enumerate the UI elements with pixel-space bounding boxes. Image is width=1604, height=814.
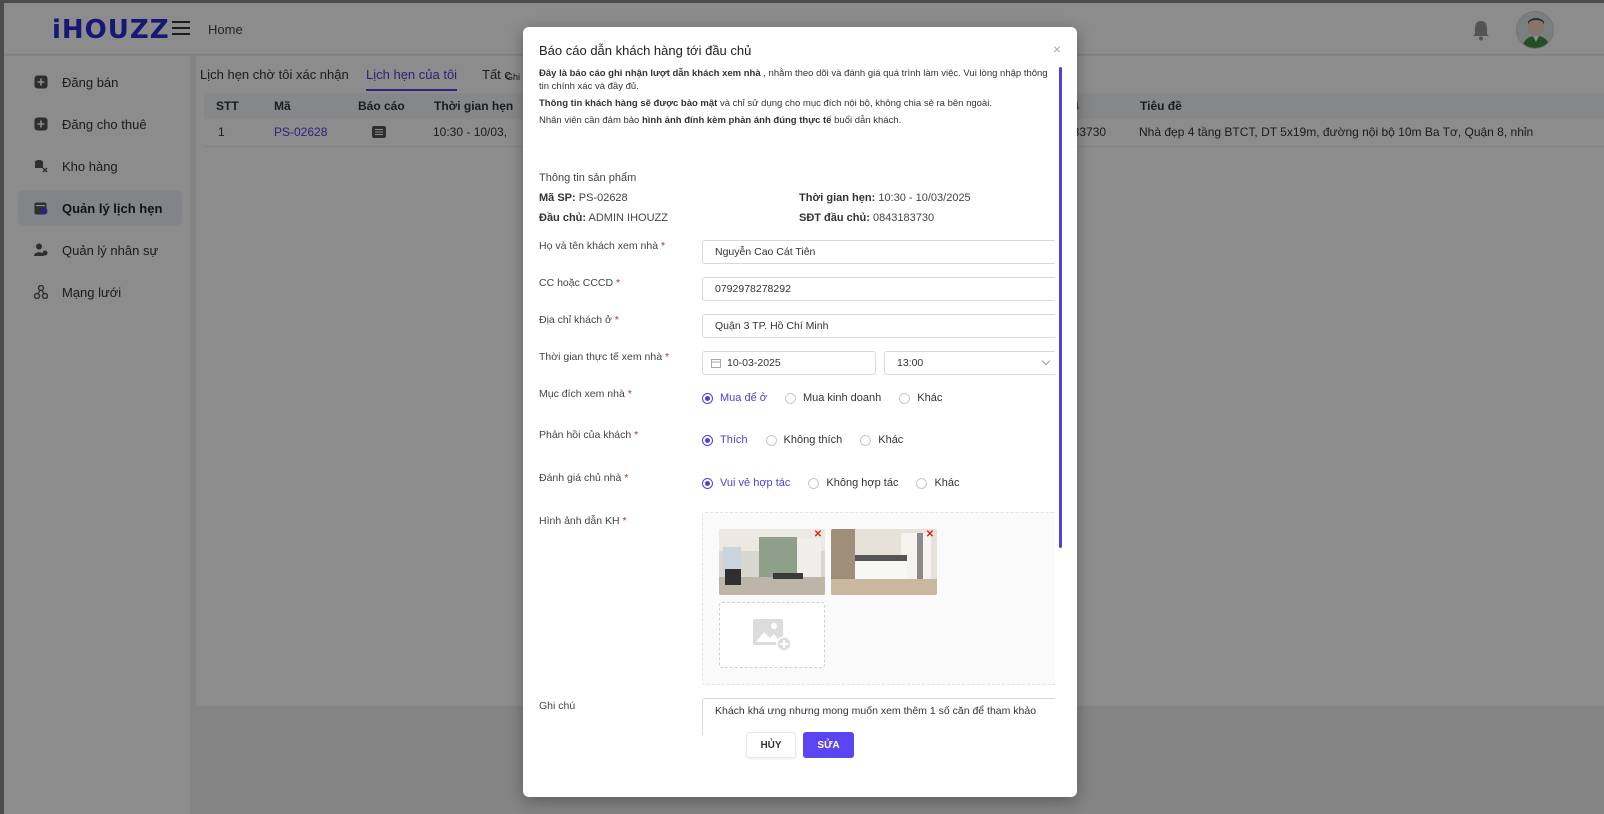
modal-body: Đây là báo cáo ghi nhận lượt dẫn khách x… — [539, 67, 1055, 735]
address-label: Địa chỉ khách ở * — [539, 314, 619, 326]
chevron-down-icon — [1041, 356, 1051, 366]
customer-name-input[interactable]: Nguyễn Cao Cát Tiên — [702, 240, 1055, 264]
note-textarea[interactable]: Khách khá ưng nhưng mong muốn xem thêm 1… — [702, 698, 1055, 735]
remove-photo-icon[interactable]: ✕ — [813, 530, 823, 540]
owner-name: Đầu chủ: ADMIN IHOUZZ — [539, 212, 668, 224]
visit-time-label: Thời gian thực tế xem nhà * — [539, 351, 670, 363]
photo-thumbnail[interactable]: ✕ — [719, 529, 825, 595]
note-label: Ghi chú — [539, 700, 576, 712]
calendar-icon — [711, 359, 721, 368]
photos-label: Hình ảnh dẫn KH * — [539, 515, 627, 527]
remove-photo-icon[interactable]: ✕ — [925, 530, 935, 540]
feedback-option-like[interactable]: Thích — [702, 434, 748, 446]
visit-date-picker[interactable]: 10-03-2025 — [702, 351, 876, 375]
add-photo-button[interactable] — [719, 602, 825, 668]
cancel-button[interactable]: HỦY — [746, 732, 796, 758]
photo-upload-area: ✕ ✕ — [702, 512, 1055, 685]
product-info-title: Thông tin sản phẩm — [539, 172, 637, 184]
product-code: Mã SP: PS-02628 — [539, 192, 628, 204]
modal-title: Báo cáo dẫn khách hàng tới đầu chủ — [539, 43, 752, 58]
purpose-option-live[interactable]: Mua để ở — [702, 392, 767, 404]
appointment-time: Thời gian hẹn: 10:30 - 10/03/2025 — [799, 192, 971, 204]
address-input[interactable]: Quận 3 TP. Hồ Chí Minh — [702, 314, 1055, 338]
feedback-label: Phản hồi của khách * — [539, 429, 639, 441]
modal-scrollbar[interactable] — [1059, 67, 1062, 548]
visit-time-select[interactable]: 13:00 — [884, 351, 1055, 375]
feedback-radio-group: Thích Không thích Khác — [702, 431, 921, 449]
purpose-label: Mục đích xem nhà * — [539, 388, 632, 400]
purpose-option-other[interactable]: Khác — [899, 392, 942, 404]
purpose-radio-group: Mua để ở Mua kinh doanh Khác — [702, 389, 960, 407]
close-icon[interactable]: × — [1053, 41, 1061, 57]
visit-time-value: 13:00 — [897, 357, 924, 369]
customer-name-label: Họ và tên khách xem nhà * — [539, 240, 666, 252]
add-image-icon — [753, 619, 792, 652]
report-modal: Báo cáo dẫn khách hàng tới đầu chủ × Đây… — [523, 27, 1077, 797]
feedback-option-dislike[interactable]: Không thích — [765, 434, 842, 446]
owner-eval-option-uncooperative[interactable]: Không hợp tác — [808, 477, 898, 489]
visit-date-value: 10-03-2025 — [727, 357, 781, 369]
owner-eval-option-cooperative[interactable]: Vui vẻ hợp tác — [702, 477, 790, 489]
feedback-option-other[interactable]: Khác — [860, 434, 903, 446]
id-number-label: CC hoặc CCCD * — [539, 277, 621, 289]
owner-eval-option-other[interactable]: Khác — [916, 477, 960, 489]
owner-eval-label: Đánh giá chủ nhà * — [539, 472, 629, 484]
owner-phone: SĐT đầu chủ: 0843183730 — [799, 212, 935, 224]
purpose-option-business[interactable]: Mua kinh doanh — [784, 392, 881, 404]
photo-thumbnail[interactable]: ✕ — [831, 529, 937, 595]
edit-button[interactable]: SỬA — [803, 732, 854, 758]
id-number-input[interactable]: 0792978278292 — [702, 277, 1055, 301]
owner-eval-radio-group: Vui vẻ hợp tác Không hợp tác Khác — [702, 474, 978, 492]
intro-text: Đây là báo cáo ghi nhận lượt dẫn khách x… — [539, 68, 1048, 126]
